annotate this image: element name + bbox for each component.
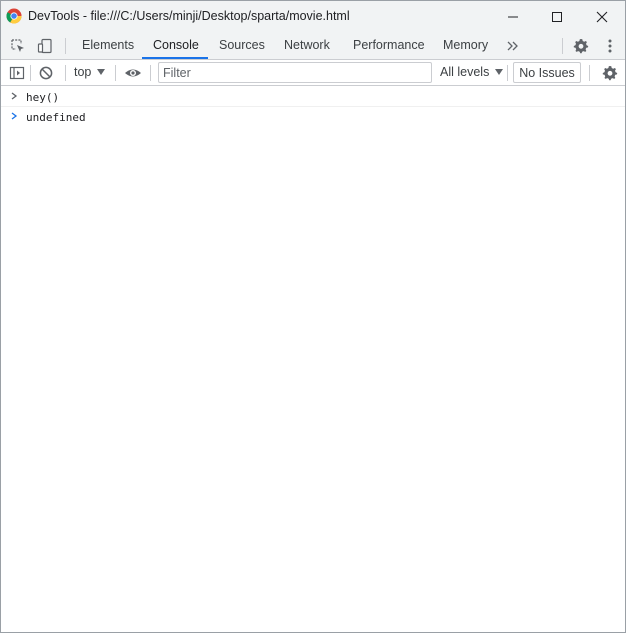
log-levels-value: All levels: [440, 65, 490, 79]
toolbar-divider: [562, 38, 563, 54]
gear-icon: [573, 39, 589, 54]
issues-button[interactable]: No Issues: [513, 62, 581, 83]
clear-ban-icon: [39, 66, 53, 80]
chevron-double-right-icon: [507, 41, 518, 51]
dropdown-arrow-icon: [495, 69, 504, 75]
close-button[interactable]: [579, 1, 625, 32]
console-toolbar: top All levels No Issues: [1, 60, 625, 86]
customize-menu-button[interactable]: [601, 37, 619, 55]
device-toolbar-button[interactable]: [36, 37, 54, 55]
tab-elements[interactable]: Elements: [82, 32, 134, 59]
toolbar-divider: [589, 65, 590, 81]
console-result-text: undefined: [26, 111, 86, 124]
result-chevron-icon: [9, 111, 19, 121]
maximize-icon: [552, 11, 562, 22]
clear-console-button[interactable]: [37, 64, 55, 82]
console-result-row: undefined: [1, 107, 625, 127]
kebab-menu-icon: [608, 39, 612, 53]
toolbar-divider: [507, 65, 508, 81]
minimize-icon: [508, 16, 518, 17]
toolbar-divider: [65, 38, 66, 54]
tab-performance[interactable]: Performance: [353, 32, 425, 59]
panel-tab-bar: Elements Console Sources Network Perform…: [1, 32, 625, 60]
active-tab-indicator: [142, 57, 208, 59]
live-expression-button[interactable]: [124, 64, 142, 82]
sidebar-toggle-icon: [9, 66, 25, 80]
minimize-button[interactable]: [490, 1, 536, 32]
maximize-button[interactable]: [534, 1, 580, 32]
console-input-text: hey(): [26, 91, 60, 104]
inspect-cursor-icon: [11, 39, 24, 52]
console-input-row: hey(): [1, 87, 625, 107]
eye-icon: [125, 69, 141, 77]
settings-button[interactable]: [572, 37, 590, 55]
chrome-logo-icon: [6, 8, 22, 24]
filter-field[interactable]: [158, 62, 432, 83]
console-messages[interactable]: hey() undefined: [1, 87, 625, 632]
gear-icon: [602, 66, 618, 81]
filter-input[interactable]: [159, 63, 431, 82]
window-title: DevTools - file:///C:/Users/minji/Deskto…: [28, 9, 350, 23]
tab-sources[interactable]: Sources: [219, 32, 265, 59]
inspect-element-button[interactable]: [9, 37, 27, 55]
more-tabs-button[interactable]: [504, 37, 522, 55]
context-selector[interactable]: top: [74, 65, 106, 79]
log-levels-dropdown[interactable]: All levels: [440, 65, 504, 79]
devtools-window: DevTools - file:///C:/Users/minji/Deskto…: [0, 0, 626, 633]
show-sidebar-button[interactable]: [8, 64, 26, 82]
tab-memory[interactable]: Memory: [443, 32, 488, 59]
tab-network[interactable]: Network: [284, 32, 330, 59]
chevron-right-icon: [9, 91, 19, 101]
console-settings-button[interactable]: [601, 64, 619, 82]
dropdown-arrow-icon: [97, 69, 106, 75]
close-icon: [596, 11, 608, 22]
toolbar-divider: [150, 65, 151, 81]
device-toggle-icon: [37, 38, 52, 54]
toolbar-divider: [65, 65, 66, 81]
toolbar-divider: [115, 65, 116, 81]
context-value: top: [74, 65, 92, 79]
title-bar: DevTools - file:///C:/Users/minji/Deskto…: [1, 1, 625, 32]
toolbar-divider: [30, 65, 31, 81]
tab-console[interactable]: Console: [153, 32, 199, 59]
